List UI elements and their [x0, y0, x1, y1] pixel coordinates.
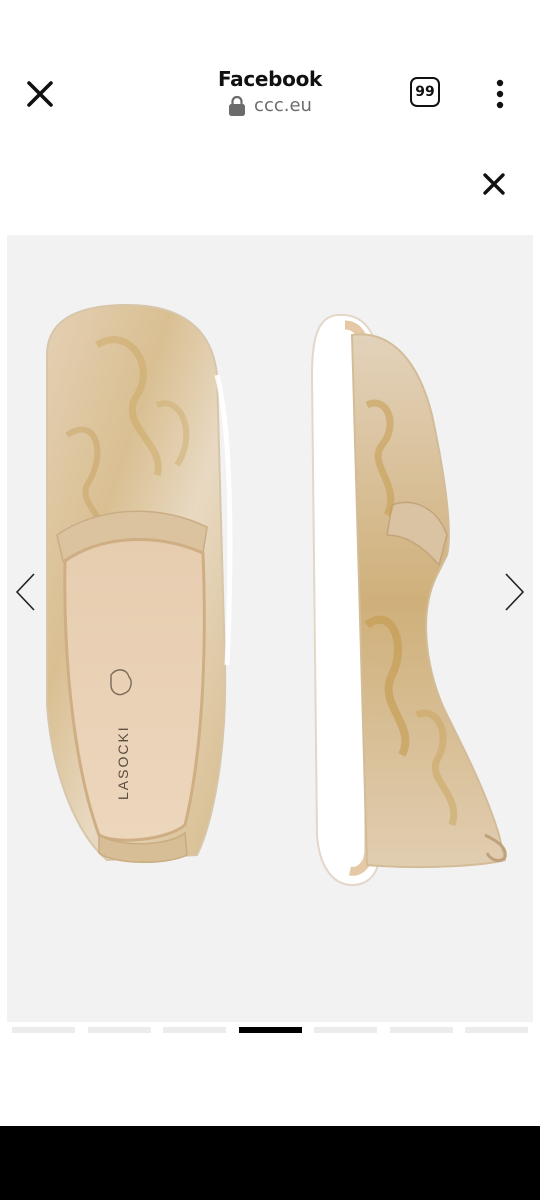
pager-item-active[interactable] — [238, 1027, 302, 1033]
pager-item[interactable] — [314, 1027, 377, 1033]
shoes-illustration: LASOCKI — [46, 303, 507, 887]
pager-item[interactable] — [12, 1027, 75, 1033]
pager-item[interactable] — [87, 1027, 151, 1033]
page-title: Facebook — [217, 67, 323, 91]
lock-icon — [229, 95, 246, 116]
screen: Facebook ccc.eu 99 LASOCKI — [0, 0, 540, 1200]
pager-item[interactable] — [465, 1027, 528, 1033]
more-options-button[interactable] — [484, 72, 516, 116]
tabs-count-button[interactable]: 99 — [410, 77, 440, 107]
previous-image-button[interactable] — [8, 570, 42, 614]
pager-item[interactable] — [163, 1027, 226, 1033]
product-image[interactable]: LASOCKI — [7, 235, 533, 1022]
left-shoe: LASOCKI — [46, 303, 233, 863]
url-row[interactable]: ccc.eu — [150, 95, 390, 117]
right-shoe — [310, 313, 507, 887]
page-title-block: Facebook ccc.eu — [150, 66, 390, 117]
close-icon — [27, 81, 53, 107]
image-pager — [12, 1027, 528, 1033]
more-vertical-icon — [496, 79, 504, 109]
system-navigation-bar — [0, 1126, 540, 1200]
url-text: ccc.eu — [254, 95, 312, 116]
close-browser-button[interactable] — [18, 72, 62, 116]
chevron-left-icon — [15, 573, 35, 611]
pager-item[interactable] — [389, 1027, 453, 1033]
next-image-button[interactable] — [498, 570, 532, 614]
browser-toolbar: Facebook ccc.eu 99 — [0, 50, 540, 140]
brand-label: LASOCKI — [115, 725, 131, 800]
tabs-count-label: 99 — [415, 84, 435, 100]
close-gallery-button[interactable] — [472, 162, 516, 206]
chevron-right-icon — [505, 573, 525, 611]
close-icon — [483, 173, 505, 195]
